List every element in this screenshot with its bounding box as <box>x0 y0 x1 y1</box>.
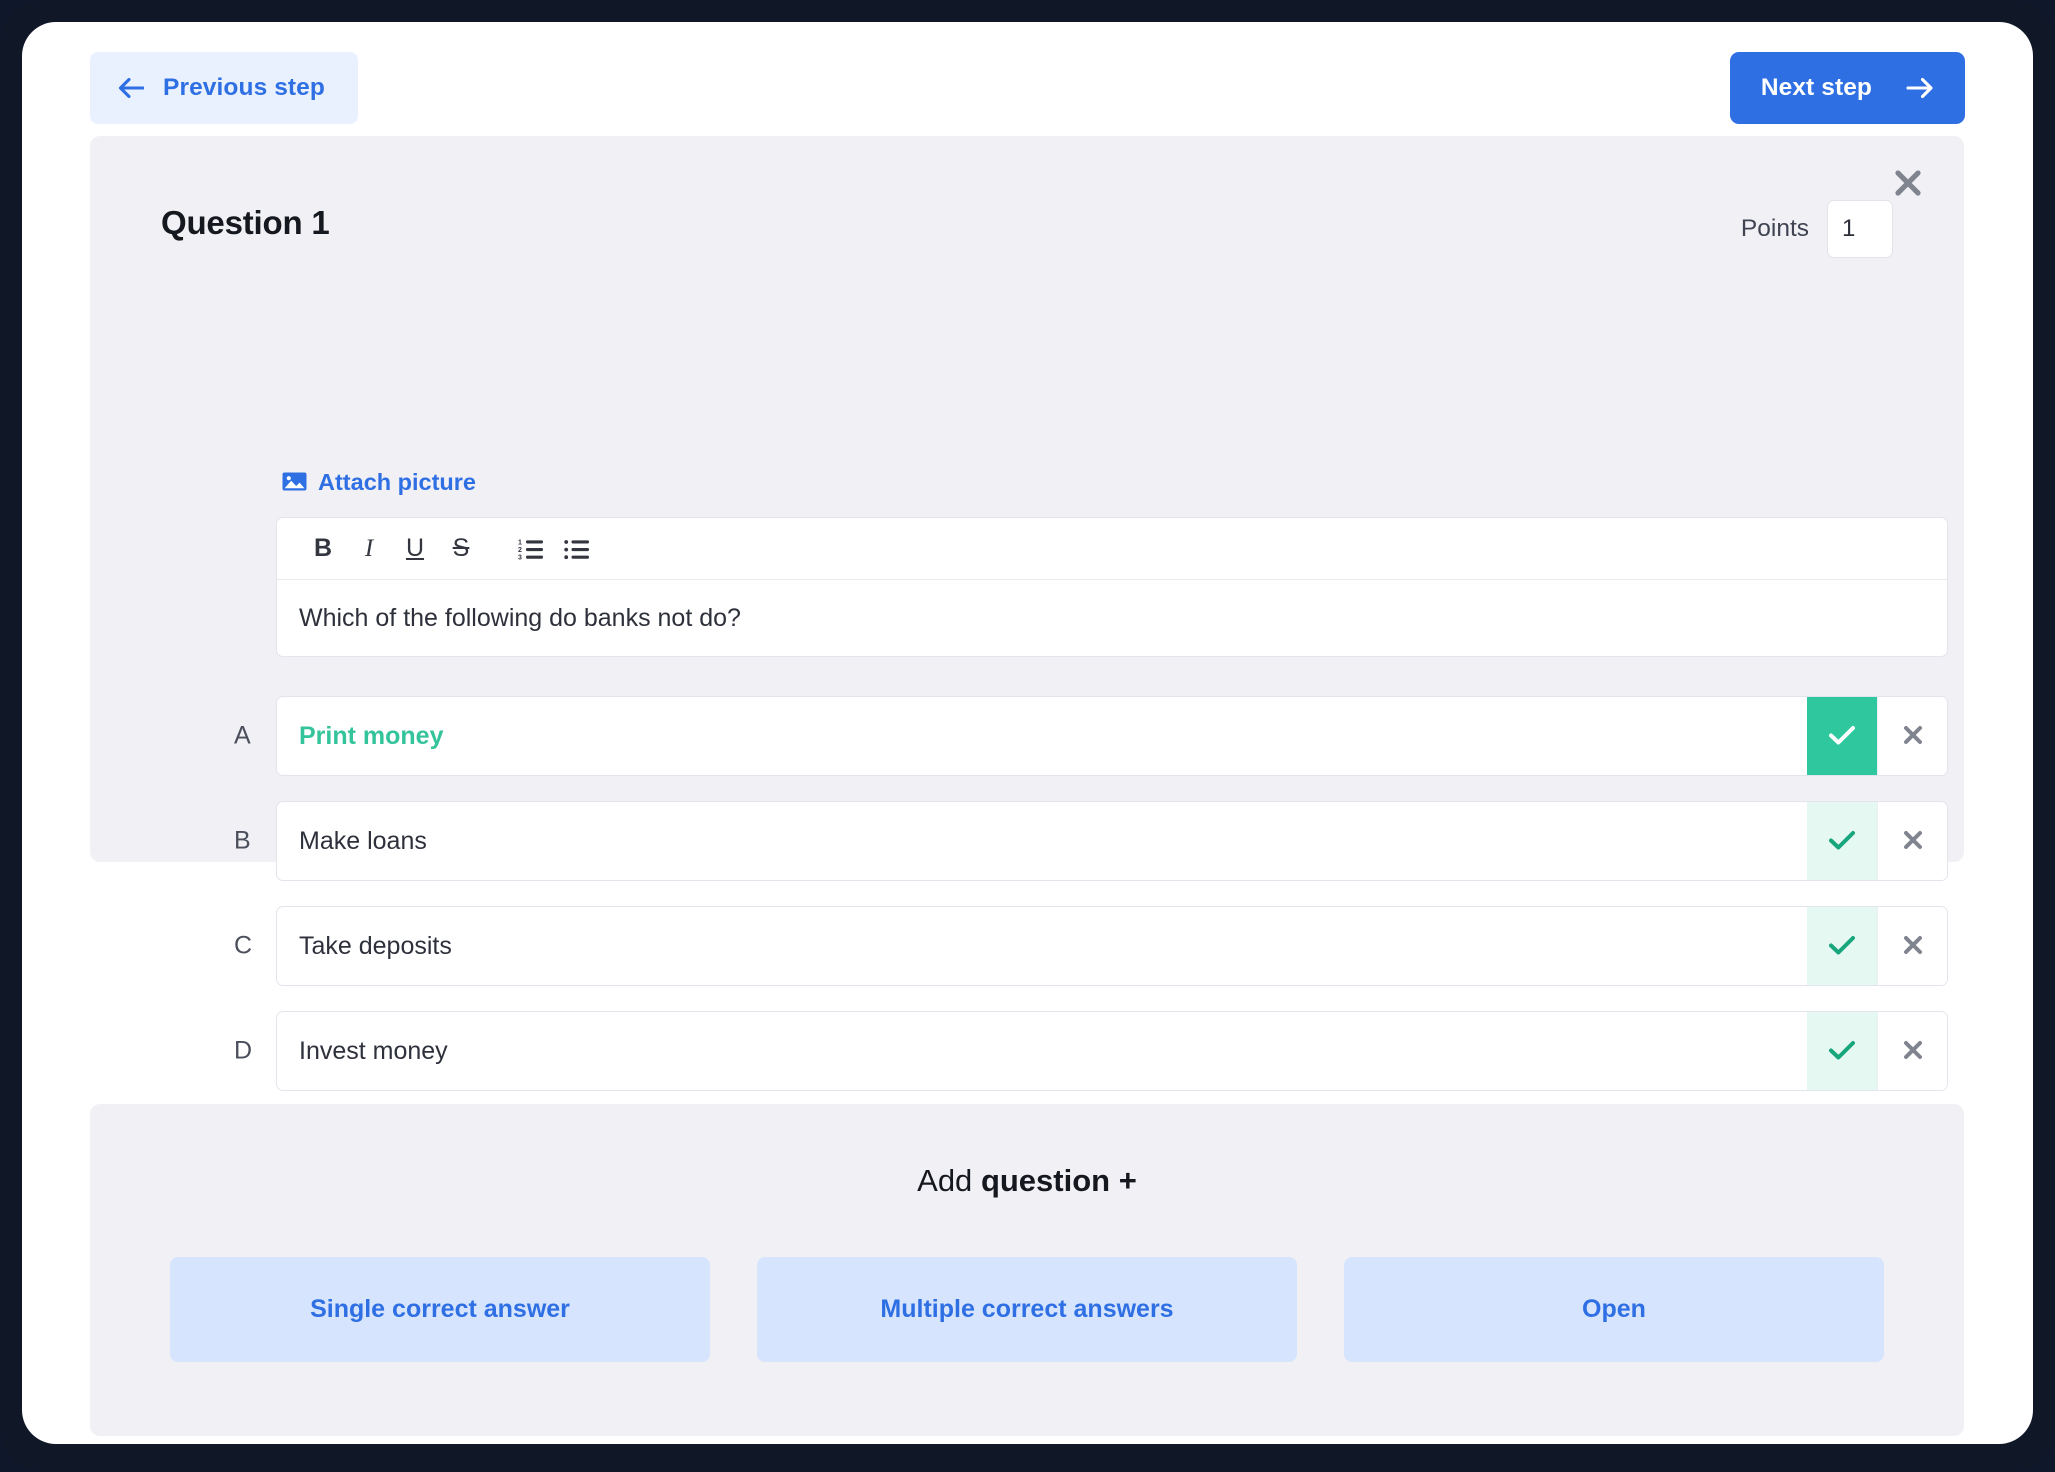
italic-icon[interactable]: I <box>346 526 392 572</box>
answer-input-group <box>276 696 1948 776</box>
question-type-open[interactable]: Open <box>1344 1257 1884 1362</box>
mark-correct-button[interactable] <box>1807 802 1877 880</box>
delete-answer-button[interactable] <box>1877 1012 1947 1090</box>
next-step-button[interactable]: Next step <box>1729 52 1965 124</box>
previous-step-button[interactable]: Previous step <box>90 52 358 124</box>
check-icon <box>1829 1040 1855 1063</box>
answer-input-group <box>276 906 1948 986</box>
ordered-list-icon[interactable]: 1 2 3 <box>508 526 554 572</box>
check-icon <box>1829 935 1855 958</box>
close-icon <box>1902 934 1924 959</box>
question-text: Which of the following do banks not do? <box>299 603 741 632</box>
editor-toolbar: B I U S 1 2 3 <box>277 518 1947 580</box>
svg-text:1: 1 <box>518 539 522 546</box>
image-icon <box>282 471 307 495</box>
add-question-title: Add question + <box>90 1163 1964 1199</box>
close-icon <box>1893 168 1923 201</box>
underline-icon[interactable]: U <box>392 526 438 572</box>
delete-answer-button[interactable] <box>1877 907 1947 985</box>
add-question-bold-word: question <box>980 1163 1111 1198</box>
check-icon <box>1829 725 1855 748</box>
add-question-card: Add question + Single correct answer Mul… <box>90 1104 1964 1436</box>
answer-input[interactable] <box>277 907 1807 985</box>
question-title: Question 1 <box>161 204 330 241</box>
delete-answer-button[interactable] <box>1877 802 1947 880</box>
answer-row: D <box>234 1011 1948 1091</box>
arrow-right-icon <box>1906 77 1934 99</box>
unordered-list-icon[interactable] <box>554 526 600 572</box>
close-icon <box>1902 1039 1924 1064</box>
question-text-editor: B I U S 1 2 3 Which of the following do … <box>276 517 1948 657</box>
answer-input-group <box>276 801 1948 881</box>
arrow-left-icon <box>118 77 144 99</box>
answer-letter: B <box>234 826 251 855</box>
answer-row: A <box>234 696 1948 776</box>
close-question-button[interactable] <box>1888 164 1928 204</box>
editor-content-area[interactable]: Which of the following do banks not do? <box>277 580 1947 656</box>
answer-input[interactable] <box>277 697 1807 775</box>
previous-step-label: Previous step <box>163 74 325 101</box>
question-card: Question 1 Points Attach picture <box>90 136 1964 1140</box>
answer-row: C <box>234 906 1948 986</box>
bold-icon[interactable]: B <box>300 526 346 572</box>
svg-text:3: 3 <box>518 554 522 559</box>
question-type-buttons: Single correct answer Multiple correct a… <box>170 1257 1884 1362</box>
answer-row: B <box>234 801 1948 881</box>
device-frame: Previous step Next step Question 1 Point… <box>0 0 2055 1472</box>
attach-picture-button[interactable]: Attach picture <box>282 469 476 496</box>
app-screen: Previous step Next step Question 1 Point… <box>22 22 2033 1444</box>
svg-text:2: 2 <box>518 547 522 554</box>
close-icon <box>1902 829 1924 854</box>
answer-input[interactable] <box>277 802 1807 880</box>
mark-correct-button[interactable] <box>1807 697 1877 775</box>
answer-letter: D <box>234 1036 253 1065</box>
points-control: Points <box>1741 200 1893 258</box>
answer-list: A Print money B Make loans C Take deposi… <box>234 696 1948 1140</box>
add-question-prefix: Add <box>917 1163 973 1198</box>
points-label: Points <box>1740 215 1809 242</box>
delete-answer-button[interactable] <box>1877 697 1947 775</box>
plus-icon: + <box>1118 1163 1137 1198</box>
question-type-single-correct-answer[interactable]: Single correct answer <box>170 1257 710 1362</box>
check-icon <box>1829 830 1855 853</box>
strikethrough-icon[interactable]: S <box>438 526 484 572</box>
close-icon <box>1902 724 1924 749</box>
question-type-multiple-correct-answers[interactable]: Multiple correct answers <box>757 1257 1297 1362</box>
answer-letter: A <box>234 721 251 750</box>
answer-input-group <box>276 1011 1948 1091</box>
question-header: Question 1 Points <box>161 200 1893 264</box>
mark-correct-button[interactable] <box>1807 1012 1877 1090</box>
attach-picture-label: Attach picture <box>318 469 476 495</box>
next-step-label: Next step <box>1760 74 1872 101</box>
points-input[interactable] <box>1827 200 1893 258</box>
mark-correct-button[interactable] <box>1807 907 1877 985</box>
answer-letter: C <box>234 931 253 960</box>
wizard-navigation-bar: Previous step Next step <box>22 22 2033 154</box>
answer-input[interactable] <box>277 1012 1807 1090</box>
